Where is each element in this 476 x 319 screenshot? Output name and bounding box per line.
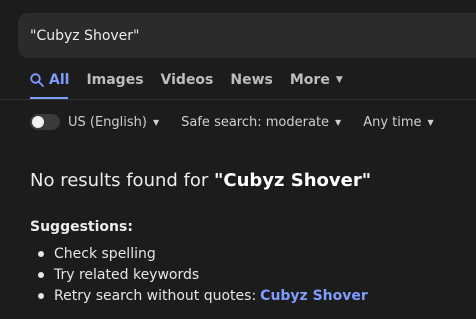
tab-news[interactable]: News xyxy=(230,70,272,90)
tab-all-label: All xyxy=(49,72,70,88)
no-results-query: "Cubyz Shover" xyxy=(214,170,372,191)
search-tabs: All Images Videos News More ▼ xyxy=(30,70,360,100)
region-toggle[interactable] xyxy=(30,114,60,130)
time-label: Any time xyxy=(363,114,422,130)
bullet-icon xyxy=(38,292,44,299)
tab-videos[interactable]: Videos xyxy=(161,70,214,90)
tab-videos-label: Videos xyxy=(160,72,214,88)
suggestion-text: Try related keywords xyxy=(54,266,200,283)
tab-more-label: More xyxy=(289,72,330,88)
tab-more[interactable]: More ▼ xyxy=(290,70,343,90)
no-results-message: No results found for "Cubyz Shover" xyxy=(30,170,371,191)
no-results-prefix: No results found for xyxy=(30,170,215,191)
tab-all[interactable]: All xyxy=(30,70,69,90)
search-icon xyxy=(30,73,44,87)
retry-without-quotes-link[interactable]: Cubyz Shover xyxy=(260,288,368,304)
list-item: Retry search without quotes: Cubyz Shover xyxy=(30,285,368,306)
list-item: Check spelling xyxy=(30,243,368,264)
caret-down-icon: ▼ xyxy=(152,117,160,127)
suggestion-text: Check spelling xyxy=(54,245,156,262)
caret-down-icon: ▼ xyxy=(427,117,434,127)
filters-bar: US (English) ▼ Safe search: moderate ▼ A… xyxy=(30,112,456,132)
bullet-icon xyxy=(38,250,44,257)
suggestions-title: Suggestions: xyxy=(30,219,133,235)
safe-search-dropdown[interactable]: Safe search: moderate ▼ xyxy=(181,115,341,130)
search-box[interactable] xyxy=(18,13,476,58)
toggle-knob xyxy=(32,116,44,128)
tabs-divider xyxy=(0,99,476,100)
region-label: US (English) xyxy=(68,114,147,130)
list-item: Try related keywords xyxy=(30,264,368,285)
safe-search-label: Safe search: moderate xyxy=(181,114,330,130)
time-dropdown[interactable]: Any time ▼ xyxy=(363,115,434,130)
region-dropdown[interactable]: US (English) ▼ xyxy=(68,115,159,130)
tab-images[interactable]: Images xyxy=(86,70,143,90)
tab-images-label: Images xyxy=(86,72,144,88)
caret-down-icon: ▼ xyxy=(335,117,342,127)
search-input[interactable] xyxy=(30,13,470,58)
caret-down-icon: ▼ xyxy=(335,75,343,85)
bullet-icon xyxy=(38,271,44,278)
suggestion-text: Retry search without quotes: xyxy=(54,287,257,304)
tab-news-label: News xyxy=(230,72,273,88)
suggestions-list: Check spelling Try related keywords Retr… xyxy=(30,243,368,306)
